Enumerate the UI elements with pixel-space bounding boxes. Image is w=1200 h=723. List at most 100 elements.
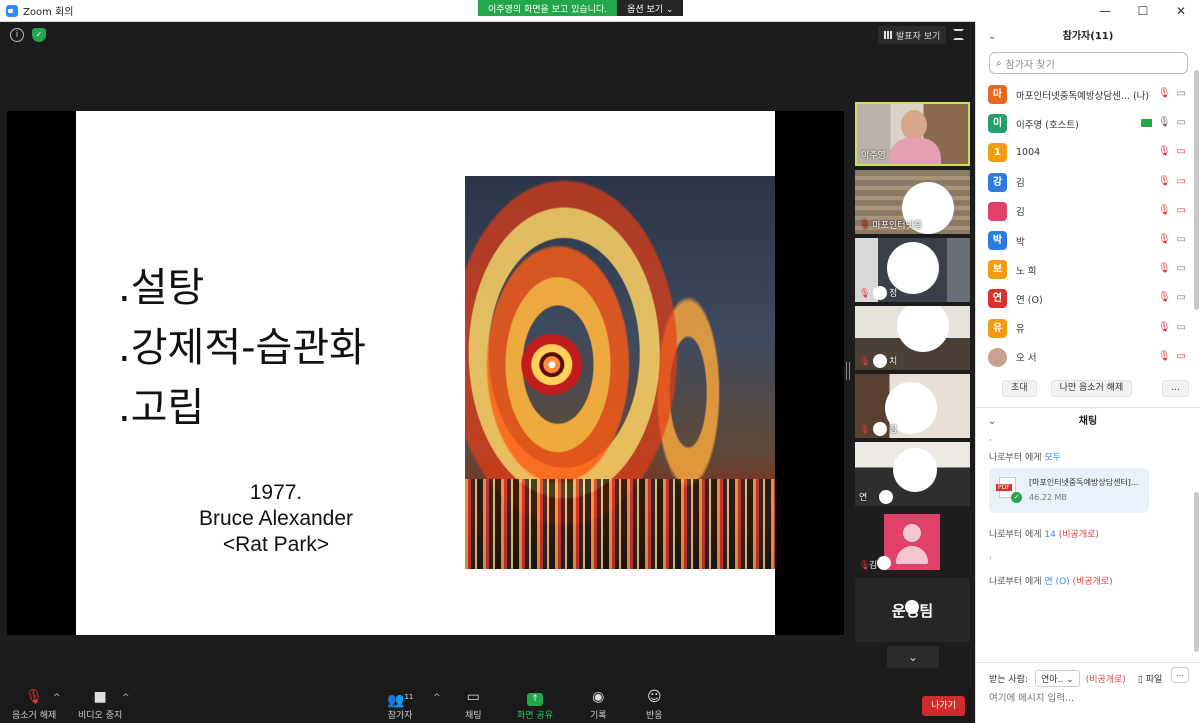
- participant-row[interactable]: 유 유 🎙 ▭: [976, 314, 1200, 343]
- side-panel: ⌄ 참가자(11) ⌕ 참가자 찾기 마 마포인터넷중독예방상담센... (나)…: [975, 22, 1200, 723]
- slide-caption: 1977. Bruce Alexander <Rat Park>: [166, 480, 386, 558]
- participant-row[interactable]: 연 연 (O) 🎙 ▭: [976, 284, 1200, 313]
- mic-muted-icon: 🎙: [1157, 88, 1171, 99]
- recipient-select[interactable]: 연아.. ⌄: [1035, 670, 1080, 687]
- chat-label: 채팅: [465, 711, 482, 721]
- participant-avatar: 보: [988, 260, 1007, 280]
- invite-button[interactable]: 초대: [1002, 379, 1037, 397]
- video-camera-icon: ▭: [1176, 233, 1186, 245]
- info-icon[interactable]: i: [10, 28, 24, 42]
- stop-video-button[interactable]: ■ 비디오 중지: [78, 689, 122, 721]
- viewing-banner: 이주영의 화면을 보고 있습니다. 옵션 보기 ⌄: [478, 0, 684, 16]
- participant-name: 1004: [1016, 147, 1041, 159]
- participant-row[interactable]: 오 서 🎙 ▭: [976, 343, 1200, 372]
- file-icon: ▯: [1137, 675, 1143, 685]
- video-off-icon: ▭: [1176, 350, 1186, 362]
- share-screen-button[interactable]: ↑ 화면 공유: [517, 689, 553, 721]
- chat-messages: · 나로부터 에게 모두 ✓ [마포인터넷중독예방상담센터]... 46.22 …: [976, 436, 1200, 587]
- mic-off-icon: 🎙: [859, 561, 871, 571]
- split-resize-handle[interactable]: [846, 362, 850, 380]
- tile-name: 🎙 마포인터넷중: [859, 219, 923, 232]
- maximize-button[interactable]: ☐: [1124, 4, 1162, 18]
- video-tile[interactable]: 운영팀: [855, 578, 970, 642]
- participant-row[interactable]: 1 1004 🎙 ▭: [976, 138, 1200, 167]
- thumbnails-scroll-down-button[interactable]: ⌄: [887, 646, 939, 668]
- participant-row[interactable]: 마 마포인터넷중독예방상담센... (나) 🎙 ▭: [976, 80, 1200, 109]
- participant-avatar: 유: [988, 318, 1007, 338]
- video-camera-icon: ▭: [1176, 321, 1186, 333]
- mute-button[interactable]: 🎙 음소거 해제: [12, 689, 56, 721]
- chat-file-card[interactable]: ✓ [마포인터넷중독예방상담센터]... 46.22 MB: [989, 467, 1149, 513]
- mic-icon: 🎙: [1157, 117, 1171, 129]
- more-options-button[interactable]: ...: [1162, 379, 1189, 397]
- video-camera-icon: ▭: [1176, 292, 1186, 304]
- blurred-name: [879, 490, 893, 504]
- video-tile[interactable]: 정 🎙: [855, 238, 970, 302]
- blurred-name: [873, 286, 887, 300]
- participant-search-input[interactable]: ⌕ 참가자 찾기: [989, 52, 1188, 74]
- video-tile[interactable]: 치 🎙: [855, 306, 970, 370]
- participants-header: ⌄ 참가자(11): [976, 22, 1200, 52]
- video-options-caret[interactable]: ^: [122, 693, 130, 703]
- file-button[interactable]: ▯ 파일: [1138, 672, 1162, 685]
- mic-off-icon: 🎙: [859, 357, 871, 367]
- participant-list: 마 마포인터넷중독예방상담센... (나) 🎙 ▭ 이 이주영 (호스트) 🎙 ▭ …: [976, 80, 1200, 372]
- participants-scrollbar[interactable]: [1194, 70, 1199, 310]
- participant-avatar: [988, 347, 1007, 367]
- participant-row[interactable]: 박 박 🎙 ▭: [976, 226, 1200, 255]
- chat-message-input[interactable]: [989, 693, 1179, 704]
- video-tile[interactable]: 이주영: [855, 102, 970, 166]
- chat-button[interactable]: ▭ 채팅: [465, 689, 482, 721]
- chat-more-button[interactable]: ...: [1171, 667, 1189, 683]
- record-label: 기록: [590, 711, 607, 721]
- fullscreen-icon[interactable]: [953, 29, 964, 40]
- chat-bubble-icon: ▭: [466, 689, 480, 705]
- mic-muted-icon: 🎙: [1157, 321, 1171, 333]
- participant-row[interactable]: 강 김 🎙 ▭: [976, 168, 1200, 197]
- mic-off-icon: 🎙: [859, 425, 871, 435]
- participants-button[interactable]: 👥11 참가자: [387, 689, 413, 721]
- video-tile[interactable]: 🎙 마포인터넷중: [855, 170, 970, 234]
- chat-scrollbar[interactable]: [1194, 492, 1199, 652]
- security-shield-icon[interactable]: ✓: [32, 28, 46, 42]
- speaker-view-button[interactable]: 발표자 보기: [878, 26, 947, 44]
- participant-actions: 초대 나만 음소거 해제 ...: [976, 372, 1200, 397]
- record-button[interactable]: ◉ 기록: [590, 689, 607, 721]
- video-tile[interactable]: 김 🎙: [855, 510, 970, 574]
- file-size: 46.22 MB: [1029, 492, 1067, 502]
- minimize-button[interactable]: —: [1086, 4, 1124, 18]
- participant-name: 이주영 (호스트): [1016, 119, 1079, 131]
- participant-row[interactable]: 보 노 희 🎙 ▭: [976, 255, 1200, 284]
- collapse-chevron-icon[interactable]: ⌄: [988, 22, 996, 52]
- video-tile[interactable]: 정 🎙: [855, 374, 970, 438]
- tile-name: 이주영: [861, 151, 886, 161]
- zoom-logo-icon: [6, 4, 18, 17]
- participant-name: 마포인터넷중독예방상담센... (나): [1016, 90, 1150, 102]
- blurred-face: [893, 448, 937, 492]
- caption-line: Bruce Alexander: [198, 507, 354, 530]
- blurred-name: [873, 422, 887, 436]
- view-options-button[interactable]: 옵션 보기 ⌄: [617, 0, 684, 16]
- search-placeholder: 참가자 찾기: [1005, 59, 1055, 71]
- reactions-button[interactable]: ☺ 반응: [646, 689, 663, 721]
- chat-title: 채팅: [1078, 415, 1098, 427]
- chat-message-meta: 나로부터 에게 모두: [989, 452, 1061, 463]
- leave-button[interactable]: 나가기: [922, 696, 965, 716]
- audio-options-caret[interactable]: ^: [53, 693, 61, 703]
- slide-bullet: .고립: [118, 385, 205, 431]
- video-tile[interactable]: 연: [855, 442, 970, 506]
- participant-row[interactable]: 이 이주영 (호스트) 🎙 ▭: [976, 109, 1200, 138]
- shared-screen: .설탕 .강제적-습관화 .고립 1977. Bruce Alexander <…: [7, 111, 844, 635]
- unmute-me-button[interactable]: 나만 음소거 해제: [1050, 379, 1133, 397]
- participant-avatar: 강: [988, 172, 1007, 192]
- close-button[interactable]: ✕: [1162, 4, 1200, 18]
- collapse-chevron-icon[interactable]: ⌄: [988, 408, 996, 436]
- mute-label: 음소거 해제: [12, 711, 57, 721]
- grid-icon: [884, 31, 892, 39]
- participants-options-caret[interactable]: ^: [433, 693, 441, 703]
- participant-row[interactable]: 김 🎙 ▭: [976, 197, 1200, 226]
- participant-avatar: 박: [988, 231, 1007, 251]
- caption-line: <Rat Park>: [222, 533, 330, 556]
- search-icon: ⌕: [996, 57, 1002, 69]
- carnival-lights: [465, 479, 775, 569]
